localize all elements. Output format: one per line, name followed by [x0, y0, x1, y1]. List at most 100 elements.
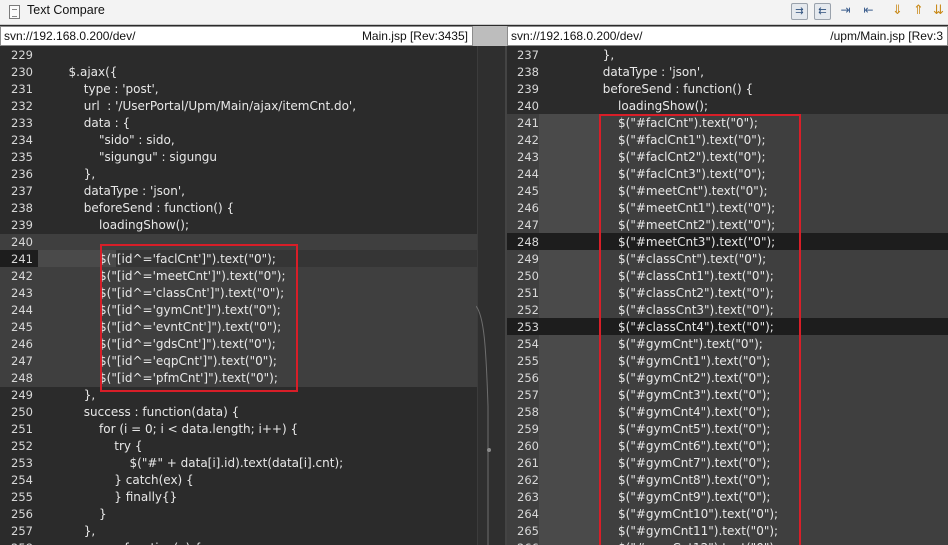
code-line[interactable]: 239 beforeSend : function() {	[507, 81, 948, 98]
line-number: 231	[11, 82, 33, 96]
line-number: 244	[11, 303, 33, 317]
line-number: 239	[517, 82, 539, 96]
line-number: 237	[11, 184, 33, 198]
line-code: $("#" + data[i].id).text(data[i].cnt);	[38, 456, 344, 470]
code-line[interactable]: 257 },	[0, 523, 477, 540]
line-number: 244	[517, 167, 539, 181]
code-line[interactable]: 256 }	[0, 506, 477, 523]
line-number: 242	[517, 133, 539, 147]
line-number: 256	[11, 507, 33, 521]
right-file-revision: /upm/Main.jsp [Rev:3	[830, 29, 943, 43]
line-number: 229	[11, 48, 33, 62]
copy-current-left-to-right-icon[interactable]: ⇥	[837, 3, 854, 20]
line-number: 254	[517, 337, 539, 351]
line-number: 266	[511, 540, 539, 545]
line-code: try {	[38, 439, 143, 453]
code-line[interactable]: 253 $("#" + data[i].id).text(data[i].cnt…	[0, 455, 477, 472]
line-code: }	[38, 507, 107, 521]
line-code: },	[557, 48, 615, 62]
line-number: 248	[517, 235, 539, 249]
line-number: 243	[11, 286, 33, 300]
line-number: 240	[517, 99, 539, 113]
line-number: 235	[11, 150, 33, 164]
line-number: 250	[517, 269, 539, 283]
copy-current-right-to-left-icon[interactable]: ⇤	[860, 3, 877, 20]
title-bar: Text Compare ⇉ ⇇ ⇥ ⇤ ⇓ ⇑ ⇊	[0, 0, 948, 25]
next-difference-icon[interactable]: ⇓	[889, 3, 906, 20]
line-number: 246	[517, 201, 539, 215]
right-path-bar: svn://192.168.0.200/dev/ /upm/Main.jsp […	[507, 26, 948, 46]
line-number: 237	[517, 48, 539, 62]
code-line[interactable]: 231 type : 'post',	[0, 81, 477, 98]
more-navigation-icon[interactable]: ⇊	[930, 3, 947, 20]
line-number: 236	[11, 167, 33, 181]
line-number: 247	[11, 354, 33, 368]
line-code: } finally{}	[38, 490, 178, 504]
code-line[interactable]: 233 data : {	[0, 115, 477, 132]
left-path-bar: svn://192.168.0.200/dev/ Main.jsp [Rev:3…	[0, 26, 473, 46]
line-number: 253	[11, 456, 33, 470]
code-line[interactable]: 237 dataType : 'json',	[0, 183, 477, 200]
line-code: },	[38, 524, 96, 538]
code-line[interactable]: 230 $.ajax({	[0, 64, 477, 81]
line-code: for (i = 0; i < data.length; i++) {	[38, 422, 299, 436]
line-code: $.ajax({	[38, 65, 118, 79]
line-number: 247	[517, 218, 539, 232]
previous-difference-icon[interactable]: ⇑	[910, 3, 927, 20]
line-number: 260	[517, 439, 539, 453]
annotation-box-right	[599, 114, 801, 545]
code-line[interactable]: 236 },	[0, 166, 477, 183]
code-line[interactable]: 238 beforeSend : function() {	[0, 200, 477, 217]
line-code: dataType : 'json',	[38, 184, 185, 198]
line-number: 245	[11, 320, 33, 334]
line-code: success : function(data) {	[38, 405, 240, 419]
line-number: 262	[517, 473, 539, 487]
annotation-box-left	[100, 244, 298, 392]
line-number: 257	[11, 524, 33, 538]
line-number: 255	[11, 490, 33, 504]
line-number: 240	[11, 235, 33, 249]
line-number: 252	[11, 439, 33, 453]
left-file-revision: Main.jsp [Rev:3435]	[361, 29, 468, 43]
code-line[interactable]: 238 dataType : 'json',	[507, 64, 948, 81]
code-line[interactable]: 255 } finally{}	[0, 489, 477, 506]
line-number: 255	[517, 354, 539, 368]
code-line[interactable]: 240 loadingShow();	[507, 98, 948, 115]
line-code: beforeSend : function() {	[557, 82, 754, 96]
code-line[interactable]: 235 "sigungu" : sigungu	[0, 149, 477, 166]
line-number: 252	[517, 303, 539, 317]
line-code: "sigungu" : sigungu	[38, 150, 218, 164]
code-line[interactable]: 252 try {	[0, 438, 477, 455]
line-number: 258	[517, 405, 539, 419]
path-divider	[473, 26, 507, 46]
code-line[interactable]: 251 for (i = 0; i < data.length; i++) {	[0, 421, 477, 438]
code-line[interactable]: 232 url : '/UserPortal/Upm/Main/ajax/ite…	[0, 98, 477, 115]
line-number: 245	[517, 184, 539, 198]
code-line[interactable]: 250 success : function(data) {	[0, 404, 477, 421]
code-line[interactable]: 258 error : function(e) {	[0, 540, 477, 545]
line-number: 257	[517, 388, 539, 402]
line-number: 258	[5, 540, 33, 545]
code-line[interactable]: 234 "sido" : sido,	[0, 132, 477, 149]
line-number: 241	[11, 252, 33, 266]
line-number: 233	[11, 116, 33, 130]
code-line[interactable]: 254 } catch(ex) {	[0, 472, 477, 489]
diff-connector-lines	[476, 305, 491, 545]
line-number: 239	[11, 218, 33, 232]
copy-all-right-to-left-icon[interactable]: ⇇	[814, 3, 831, 20]
line-number: 232	[11, 99, 33, 113]
line-code: type : 'post',	[38, 82, 159, 96]
copy-all-left-to-right-icon[interactable]: ⇉	[791, 3, 808, 20]
line-number: 265	[517, 524, 539, 538]
line-number: 251	[11, 422, 33, 436]
code-line[interactable]: 237 },	[507, 47, 948, 64]
line-number: 243	[517, 150, 539, 164]
left-repo-path: svn://192.168.0.200/dev/	[4, 29, 136, 43]
code-line[interactable]: 239 loadingShow();	[0, 217, 477, 234]
code-line[interactable]: 229	[0, 47, 477, 64]
line-number: 241	[517, 116, 539, 130]
line-number: 246	[11, 337, 33, 351]
line-number: 249	[11, 388, 33, 402]
line-code: data : {	[38, 116, 131, 130]
line-number: 242	[11, 269, 33, 283]
